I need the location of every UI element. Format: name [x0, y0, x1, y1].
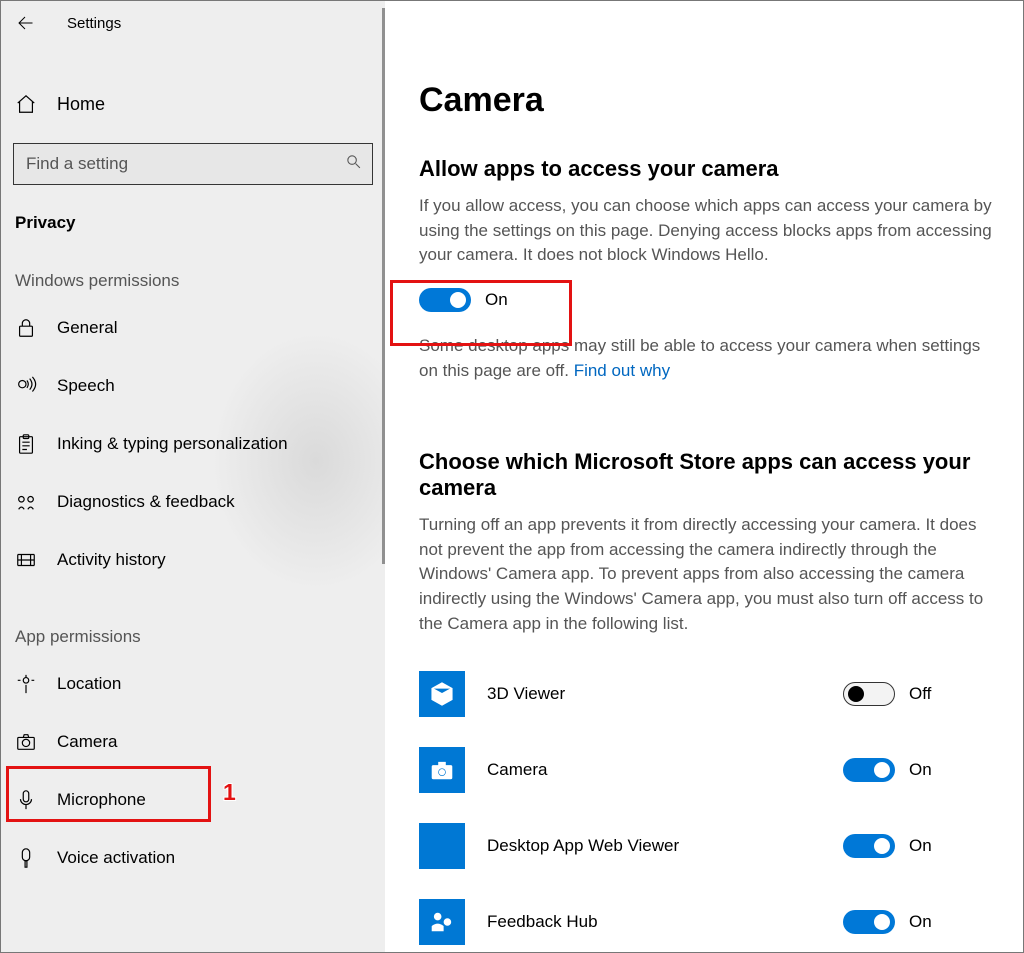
content-pane: Camera Allow apps to access your camera …	[385, 1, 1023, 952]
nav-microphone[interactable]: Microphone	[1, 771, 385, 829]
nav-home-label: Home	[57, 94, 105, 115]
app-row-3d-viewer: 3D Viewer Off	[419, 656, 993, 732]
search-input[interactable]	[24, 153, 345, 175]
app-toggle-3d-viewer[interactable]	[843, 682, 895, 706]
location-icon	[15, 673, 37, 695]
app-icon-desktop-web-viewer	[419, 823, 465, 869]
nav-diagnostics[interactable]: Diagnostics & feedback	[1, 473, 385, 531]
app-toggle-label: On	[909, 836, 932, 856]
toggle-knob	[450, 292, 466, 308]
lock-icon	[15, 317, 37, 339]
section-allow-apps-heading: Allow apps to access your camera	[419, 156, 993, 182]
app-toggle-label: Off	[909, 684, 931, 704]
allow-apps-toggle-label: On	[485, 290, 508, 310]
home-icon	[15, 93, 37, 115]
search-icon	[345, 153, 362, 175]
page-title: Camera	[419, 81, 993, 120]
search-box[interactable]	[13, 143, 373, 185]
nav-label: Activity history	[57, 550, 166, 570]
app-name: 3D Viewer	[487, 684, 843, 704]
nav-home[interactable]: Home	[1, 79, 385, 129]
nav-activity-history[interactable]: Activity history	[1, 531, 385, 589]
app-toggle-camera[interactable]	[843, 758, 895, 782]
toggle-knob	[874, 838, 890, 854]
app-name: Desktop App Web Viewer	[487, 836, 843, 856]
sidebar: Settings Home Privacy Windows permission…	[1, 1, 385, 952]
group-windows-permissions: Windows permissions	[1, 271, 385, 291]
nav-location[interactable]: Location	[1, 655, 385, 713]
app-toggle-feedback-hub[interactable]	[843, 910, 895, 934]
nav-label: Speech	[57, 376, 115, 396]
find-out-why-link[interactable]: Find out why	[574, 361, 670, 380]
speech-icon	[15, 375, 37, 397]
nav-label: Diagnostics & feedback	[57, 492, 235, 512]
history-icon	[15, 549, 37, 571]
section-choose-apps-heading: Choose which Microsoft Store apps can ac…	[419, 449, 993, 501]
toggle-knob	[874, 914, 890, 930]
nav-voice-activation[interactable]: Voice activation	[1, 829, 385, 887]
app-name: Feedback Hub	[487, 912, 843, 932]
note-text: Some desktop apps may still be able to a…	[419, 336, 980, 380]
app-row-desktop-web-viewer: Desktop App Web Viewer On	[419, 808, 993, 884]
allow-apps-toggle-row: On	[419, 288, 993, 312]
allow-apps-toggle[interactable]	[419, 288, 471, 312]
nav-label: Location	[57, 674, 121, 694]
feedback-icon	[15, 491, 37, 513]
sidebar-section-privacy: Privacy	[1, 213, 385, 233]
app-name: Camera	[487, 760, 843, 780]
app-icon-feedback-hub	[419, 899, 465, 945]
group-app-permissions: App permissions	[1, 627, 385, 647]
nav-general[interactable]: General	[1, 299, 385, 357]
nav-label: Voice activation	[57, 848, 175, 868]
titlebar: Settings	[1, 1, 385, 45]
app-icon-3d-viewer	[419, 671, 465, 717]
camera-icon	[15, 731, 37, 753]
voice-icon	[15, 847, 37, 869]
section-choose-apps-body: Turning off an app prevents it from dire…	[419, 513, 993, 636]
app-toggle-label: On	[909, 912, 932, 932]
clipboard-icon	[15, 433, 37, 455]
toggle-knob	[848, 686, 864, 702]
app-row-camera: Camera On	[419, 732, 993, 808]
app-row-feedback-hub: Feedback Hub On	[419, 884, 993, 952]
nav-label: Microphone	[57, 790, 146, 810]
nav-inking[interactable]: Inking & typing personalization	[1, 415, 385, 473]
microphone-icon	[15, 789, 37, 811]
window-title: Settings	[67, 15, 121, 32]
nav-label: Inking & typing personalization	[57, 434, 288, 454]
nav-label: General	[57, 318, 117, 338]
nav-camera[interactable]: Camera	[1, 713, 385, 771]
app-toggle-label: On	[909, 760, 932, 780]
back-arrow-icon[interactable]	[15, 13, 35, 33]
nav-speech[interactable]: Speech	[1, 357, 385, 415]
nav-label: Camera	[57, 732, 117, 752]
section-allow-apps-body: If you allow access, you can choose whic…	[419, 194, 993, 268]
app-toggle-desktop-web-viewer[interactable]	[843, 834, 895, 858]
desktop-apps-note: Some desktop apps may still be able to a…	[419, 334, 993, 383]
app-icon-camera	[419, 747, 465, 793]
toggle-knob	[874, 762, 890, 778]
